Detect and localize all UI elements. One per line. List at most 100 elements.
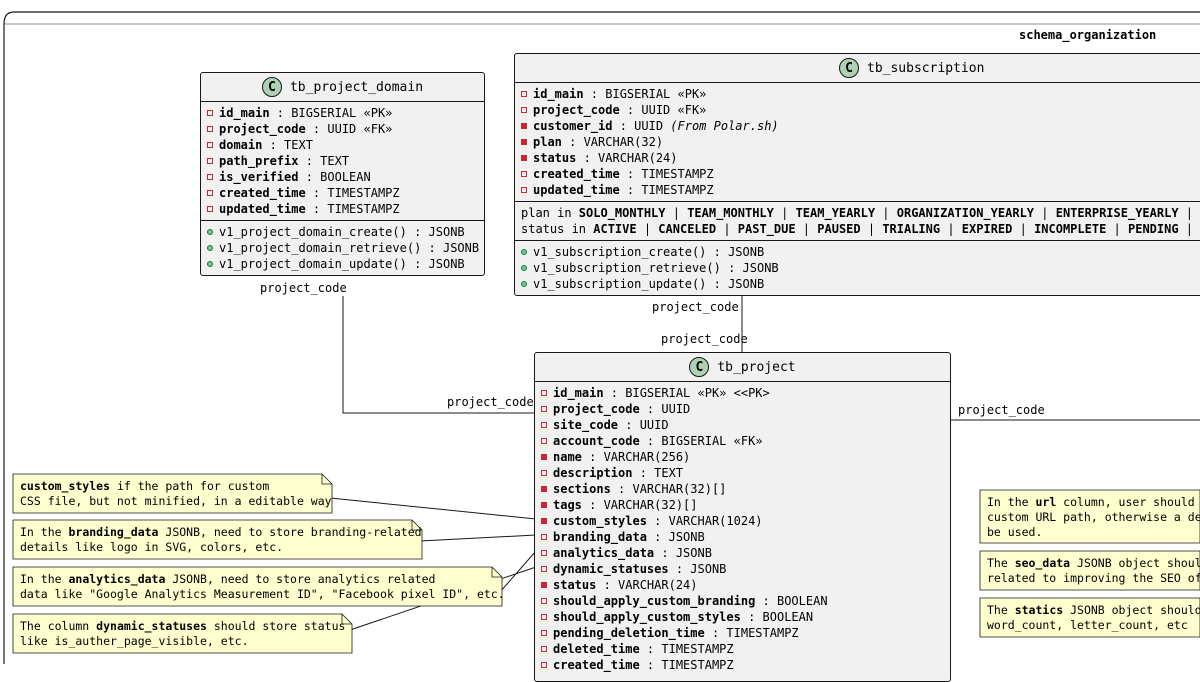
note-text: like is_auther_page_visible, etc. <box>20 634 249 648</box>
note-line: In the analytics_data JSONB, need to sto… <box>20 572 486 587</box>
note-line: The seo_data JSONB object should <box>987 556 1200 571</box>
class-tb-project[interactable]: C tb_project id_main : BIGSERIAL «PK» <<… <box>534 352 951 682</box>
field-row: description : TEXT <box>541 465 950 481</box>
required-field-icon <box>541 486 547 492</box>
optional-field-icon <box>207 126 213 132</box>
field-type: : JSONB <box>668 562 727 576</box>
field-type: : VARCHAR(24) <box>576 151 678 165</box>
class-tb-project-domain[interactable]: C tb_project_domain id_main : BIGSERIAL … <box>200 72 485 276</box>
field-type: : VARCHAR(32) <box>561 135 664 149</box>
field-name: id_main <box>219 106 270 120</box>
note-text: JSONB, need to store branding-related <box>158 525 422 539</box>
class-tb-subscription[interactable]: C tb_subscription id_main : BIGSERIAL «P… <box>514 53 1200 296</box>
required-field-icon <box>521 123 527 129</box>
field-type: : UUID <box>639 402 691 416</box>
constraint-value: PENDING <box>1128 222 1179 236</box>
field-type: : TIMESTAMPZ <box>305 202 400 216</box>
note-text: word_count, letter_count, etc <box>987 618 1188 632</box>
field-type: : VARCHAR(32)[] <box>610 482 727 496</box>
note-text: if the path for custom <box>110 479 270 493</box>
constraint-value: ENTERPRISE_YEARLY <box>1055 206 1179 220</box>
constraint-row: status in ACTIVE | CANCELED | PAST_DUE |… <box>521 221 1200 237</box>
optional-field-icon <box>541 566 547 572</box>
note-line: details like logo in SVG, colors, etc. <box>20 540 406 555</box>
field-name: id_main <box>553 386 604 400</box>
constraint-value: TRIALING <box>882 222 941 236</box>
note-text: In the <box>987 495 1036 509</box>
field-row: status : VARCHAR(24) <box>521 150 1200 166</box>
constraint-separator: | <box>860 222 883 236</box>
constraint-separator: | <box>1012 222 1035 236</box>
field-row: deleted_time : TIMESTAMPZ <box>541 641 950 657</box>
field-type: : BOOLEAN <box>755 594 828 608</box>
note-analytics-data: In the analytics_data JSONB, need to sto… <box>14 568 505 602</box>
optional-field-icon <box>207 158 213 164</box>
note-text: JSONB object should <box>1063 603 1200 617</box>
method-row: v1_subscription_create() : JSONB <box>521 244 1200 260</box>
field-name: path_prefix <box>219 154 299 168</box>
constraint-separator: | <box>795 222 818 236</box>
field-row: dynamic_statuses : JSONB <box>541 561 950 577</box>
constraint-value: CANCELED <box>658 222 717 236</box>
note-text: In the <box>20 572 69 586</box>
constraint-value: ORGANIZATION_YEARLY <box>896 206 1035 220</box>
constraint-value: PAUSED <box>817 222 861 236</box>
field-name: branding_data <box>553 530 647 544</box>
field-row: status : VARCHAR(24) <box>541 577 950 593</box>
optional-field-icon <box>541 614 547 620</box>
public-method-icon <box>207 245 213 251</box>
field-name: domain <box>219 138 263 152</box>
note-text: CSS file, but not minified, in a editabl… <box>20 494 332 508</box>
field-name: created_time <box>219 186 306 200</box>
optional-field-icon <box>521 91 527 97</box>
public-method-icon <box>521 281 527 287</box>
field-type: : TIMESTAMPZ <box>639 642 734 656</box>
field-type: : TEXT <box>632 466 684 480</box>
field-row: sections : VARCHAR(32)[] <box>541 481 950 497</box>
field-type: : TIMESTAMPZ <box>619 183 714 197</box>
optional-field-icon <box>541 598 547 604</box>
constraint-prefix: plan in <box>521 206 579 220</box>
method-row: v1_project_domain_retrieve() : JSONB <box>207 240 484 256</box>
constraint-row: plan in SOLO_MONTHLY | TEAM_MONTHLY | TE… <box>521 205 1200 221</box>
constraint-value: INCOMPLETE <box>1034 222 1107 236</box>
field-name: id_main <box>533 87 584 101</box>
field-name: updated_time <box>219 202 306 216</box>
class-name: tb_project_domain <box>289 79 424 95</box>
constraint-value: TEAM_MONTHLY <box>687 206 774 220</box>
optional-field-icon <box>541 470 547 476</box>
optional-field-icon <box>521 187 527 193</box>
required-field-icon <box>541 454 547 460</box>
optional-field-icon <box>541 438 547 444</box>
note-text: custom URL path, otherwise a def <box>987 510 1200 524</box>
note-statics: The statics JSONB object should word_coun… <box>981 599 1200 633</box>
note-line: be used. <box>987 525 1192 540</box>
note-line: related to improving the SEO of <box>987 571 1200 586</box>
field-name: status <box>533 151 577 165</box>
constraint-separator: | <box>1178 222 1200 236</box>
note-text: related to improving the SEO of <box>987 571 1200 585</box>
note-text: data like "Google Analytics Measurement … <box>20 587 505 601</box>
constraint-separator: | <box>1106 222 1128 236</box>
field-row: should_apply_custom_styles : BOOLEAN <box>541 609 950 625</box>
note-text: In the <box>20 525 69 539</box>
field-type: : TEXT <box>298 154 350 168</box>
field-name: analytics_data <box>553 546 655 560</box>
optional-field-icon <box>541 390 547 396</box>
method-row: v1_project_domain_create() : JSONB <box>207 224 484 240</box>
fields-section: id_main : BIGSERIAL «PK» project_code : U… <box>201 102 484 221</box>
public-method-icon <box>207 229 213 235</box>
note-line: The column dynamic_statuses should store… <box>20 619 345 634</box>
field-type: : VARCHAR(24) <box>596 578 698 592</box>
note-emphasis: statics <box>1014 603 1064 617</box>
optional-field-icon <box>541 422 547 428</box>
note-text: should store status <box>206 619 346 633</box>
field-row: branding_data : JSONB <box>541 529 950 545</box>
optional-field-icon <box>521 107 527 113</box>
note-seo-data: The seo_data JSONB object should related … <box>981 552 1200 586</box>
field-row: analytics_data : JSONB <box>541 545 950 561</box>
note-text: The column <box>20 619 97 633</box>
class-name: tb_project <box>717 359 796 375</box>
field-name: should_apply_custom_styles <box>553 610 741 624</box>
field-row: pending_deletion_time : TIMESTAMPZ <box>541 625 950 641</box>
